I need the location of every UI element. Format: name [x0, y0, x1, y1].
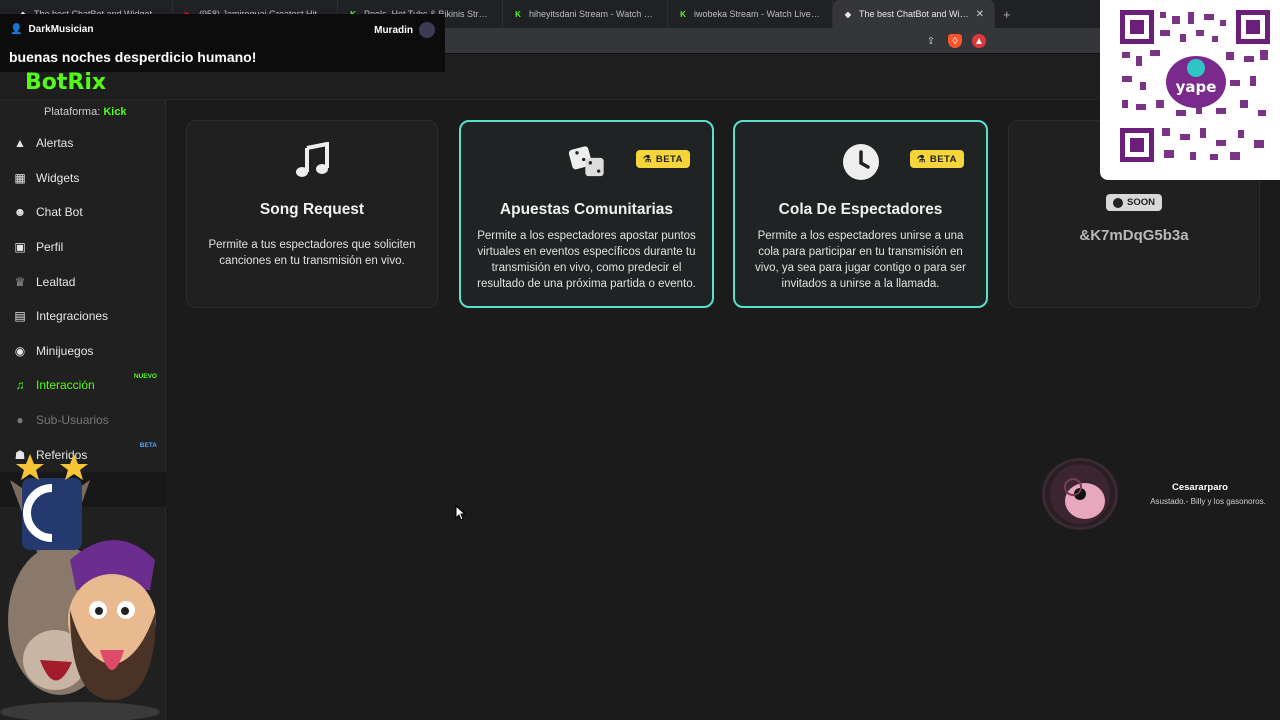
- sidebar-item-minijuegos[interactable]: ◉ Minijuegos: [0, 334, 166, 369]
- browser-tab[interactable]: Kiwobeka Stream - Watch Live on Kick: [668, 0, 833, 28]
- chat-overlay: 👤 DarkMusician Muradin buenas noches desp…: [0, 14, 445, 72]
- new-tab-button[interactable]: +: [1003, 7, 1011, 22]
- now-playing-overlay: Cesararparo Asustado.- Billy y los gason…: [1042, 458, 1280, 530]
- tab-favicon-icon: K: [680, 9, 686, 19]
- avatar: [419, 22, 435, 38]
- sidebar-item-icon: ▤: [14, 309, 26, 324]
- chat-message: buenas noches desperdicio humano!: [9, 49, 257, 65]
- sidebar-item-icon: ◉: [14, 343, 26, 358]
- close-tab-icon[interactable]: ✕: [976, 9, 984, 20]
- sidebar-item-tag: BETA: [139, 442, 157, 450]
- card-description: Permite a tus espectadores que soliciten…: [208, 239, 416, 267]
- tab-favicon-icon: ◆: [844, 9, 852, 19]
- yape-qr-code: yape: [1100, 0, 1280, 180]
- tab-title: The best ChatBot and Widgets fo: [859, 9, 970, 19]
- card-title: Apuestas Comunitarias: [499, 201, 674, 218]
- brave-rewards-icon[interactable]: ▲: [972, 34, 986, 48]
- card-apuestas[interactable]: ⚗ BETA Apuestas Comunitarias Permite a lo…: [459, 120, 714, 308]
- sidebar-item-label: Minijuegos: [36, 343, 94, 358]
- brave-shield-icon[interactable]: ◊: [948, 34, 962, 48]
- dice-icon: [567, 142, 607, 182]
- chat-username: 👤 DarkMusician: [10, 24, 94, 35]
- card-description: Permite a los espectadores unirse a una …: [755, 230, 966, 290]
- sidebar-item-label: Chat Bot: [36, 205, 83, 220]
- now-playing-artist: Cesararparo: [1172, 482, 1228, 493]
- platform-indicator: Plataforma: Kick: [44, 106, 127, 118]
- sidebar-item-perfil[interactable]: ▣ Perfil: [0, 230, 166, 265]
- tab-favicon-icon: K: [515, 9, 521, 19]
- user-icon: 👤: [10, 24, 23, 35]
- sidebar-item-label: Perfil: [36, 240, 64, 255]
- share-icon[interactable]: ⇪: [924, 34, 938, 48]
- sidebar-item-label: Sub-Usuarios: [36, 413, 109, 428]
- svg-text:yape: yape: [1176, 78, 1217, 96]
- card-cola[interactable]: ⚗ BETA Cola De Espectadores Permite a los…: [733, 120, 988, 308]
- card-title: Cola De Espectadores: [778, 201, 943, 218]
- sidebar-item-alertas[interactable]: ▲ Alertas: [0, 126, 166, 161]
- sidebar-item-icon: ▣: [14, 240, 26, 255]
- botrix-logo[interactable]: BotRix: [25, 70, 106, 95]
- sidebar-item-icon: ●: [16, 413, 24, 428]
- sidebar-item-icon: ▦: [14, 170, 26, 185]
- sidebar-item-integraciones[interactable]: ▤ Integraciones: [0, 299, 166, 334]
- clock-icon: [841, 142, 881, 182]
- browser-tab[interactable]: Khiheyitsdani Stream - Watch Live on K: [503, 0, 668, 28]
- sidebar-item-label: Widgets: [36, 170, 80, 185]
- mouse-cursor: [455, 504, 467, 526]
- tab-title: hiheyitsdani Stream - Watch Live on K: [529, 9, 657, 19]
- sidebar-item-sub-usuarios[interactable]: ● Sub-Usuarios: [0, 403, 166, 438]
- sidebar-item-icon: ▲: [14, 136, 26, 151]
- card-description: Permite a los espectadores apostar punto…: [477, 230, 696, 290]
- sidebar-item-label: Integraciones: [36, 309, 109, 324]
- clock-icon: [1113, 197, 1123, 208]
- browser-tab[interactable]: ◆ The best ChatBot and Widgets fo ✕: [833, 0, 995, 28]
- tab-title: iwobeka Stream - Watch Live on Kick: [694, 9, 822, 19]
- sidebar-item-interacci-n[interactable]: ♫ Interacción NUEVO: [0, 368, 166, 403]
- card-placeholder-title: &K7mDqG5b3a: [1079, 227, 1189, 244]
- sidebar-item-icon: ♕: [14, 274, 26, 289]
- card-title: Song Request: [259, 201, 365, 218]
- beta-badge: ⚗ BETA: [909, 150, 964, 168]
- chat-username-secondary: Muradin: [374, 22, 435, 38]
- sidebar-item-tag: NUEVO: [133, 373, 157, 381]
- album-art: [1042, 458, 1118, 530]
- sidebar-item-widgets[interactable]: ▦ Widgets: [0, 161, 166, 196]
- sidebar-item-lealtad[interactable]: ♕ Lealtad: [0, 264, 166, 299]
- beta-badge: ⚗ BETA: [635, 150, 690, 168]
- sidebar-item-icon: ☻: [13, 205, 27, 220]
- flask-icon: ⚗: [916, 153, 926, 165]
- flask-icon: ⚗: [642, 153, 652, 165]
- streamer-mascot-overlay: [0, 450, 170, 720]
- card-song-request[interactable]: Song Request Permite a tus espectadores …: [186, 120, 438, 308]
- sidebar-item-label: Lealtad: [36, 274, 76, 289]
- music-note-icon: [292, 141, 332, 181]
- sidebar-item-chat-bot[interactable]: ☻ Chat Bot: [0, 195, 166, 230]
- now-playing-song: Asustado.- Billy y los gasonoros.: [1150, 497, 1266, 506]
- sidebar-item-icon: ♫: [15, 378, 25, 393]
- sidebar-item-label: Alertas: [36, 136, 74, 151]
- sidebar-item-label: Interacción: [36, 378, 95, 393]
- soon-badge: SOON: [1106, 194, 1162, 211]
